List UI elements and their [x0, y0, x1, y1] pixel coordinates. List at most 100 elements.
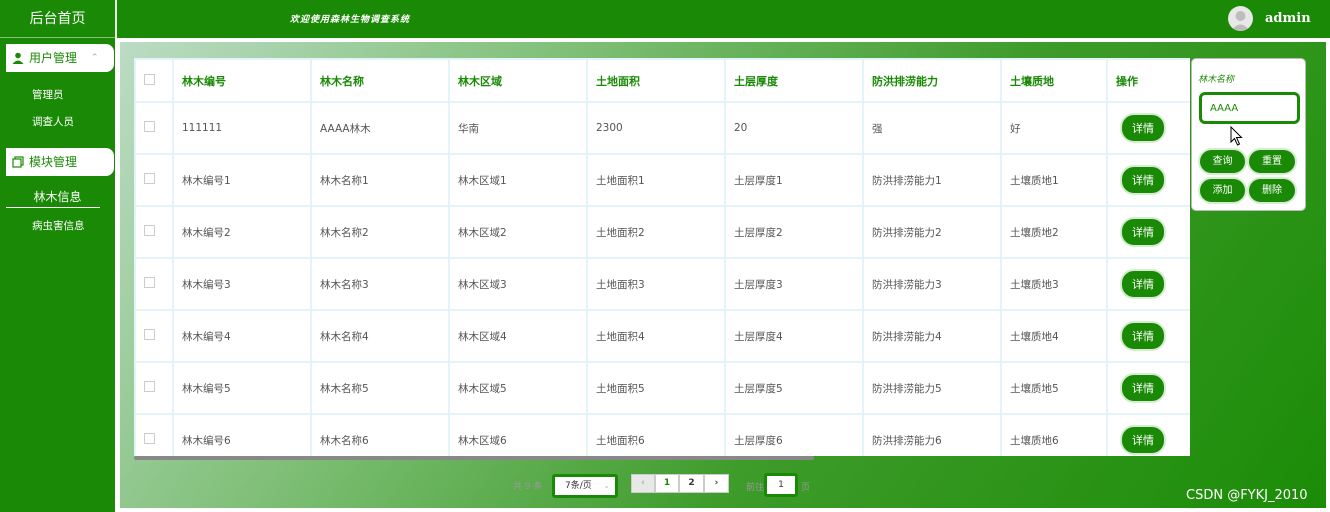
nav-group-user-management[interactable]: 用户管理 ⌃	[6, 44, 114, 72]
detail-button[interactable]: 详情	[1120, 217, 1166, 247]
row-select-cell	[134, 257, 174, 311]
table-cell: 林木编号6	[172, 413, 312, 456]
prev-page-button[interactable]: ‹	[631, 474, 655, 493]
add-button[interactable]: 添加	[1198, 177, 1247, 204]
column-header: 林木编号	[172, 58, 312, 103]
table-cell: 林木名称6	[310, 413, 450, 456]
brand-home-link[interactable]: 后台首页	[0, 0, 115, 38]
action-cell: 详情	[1106, 153, 1190, 207]
row-checkbox[interactable]	[144, 173, 155, 184]
table-cell: 土地面积4	[586, 309, 726, 363]
detail-button[interactable]: 详情	[1120, 269, 1166, 299]
table-cell: 土地面积5	[586, 361, 726, 415]
table-cell: 防洪排涝能力5	[862, 361, 1002, 415]
row-select-cell	[134, 413, 174, 456]
column-header: 林木名称	[310, 58, 450, 103]
table-cell: 华南	[448, 101, 588, 155]
table-cell: 好	[1000, 101, 1108, 155]
select-all-checkbox[interactable]	[144, 73, 155, 85]
action-cell: 详情	[1106, 309, 1190, 363]
mouse-cursor-icon	[1230, 126, 1243, 146]
horizontal-scrollbar[interactable]	[134, 456, 814, 460]
table-cell: 林木名称1	[310, 153, 450, 207]
table-cell: 土层厚度4	[724, 309, 864, 363]
table-cell: 强	[862, 101, 1002, 155]
detail-button[interactable]: 详情	[1120, 425, 1166, 455]
row-checkbox[interactable]	[144, 121, 155, 132]
avatar[interactable]	[1228, 6, 1253, 31]
table-row[interactable]: 林木编号6 林木名称6 林木区域6 土地面积6 土层厚度6 防洪排涝能力6 土壤质地6 详情	[134, 413, 1190, 456]
column-header: 防洪排涝能力	[862, 58, 1002, 103]
table-row[interactable]: 林木编号2 林木名称2 林木区域2 土地面积2 土层厚度2 防洪排涝能力2 土壤质地2 详情	[134, 205, 1190, 259]
table-header-row: 林木编号 林木名称 林木区域 土地面积 土层厚度 防洪排涝能力 土壤质地 操作	[134, 58, 1190, 103]
user-avatar-icon	[1231, 11, 1250, 31]
table-cell: 林木区域5	[448, 361, 588, 415]
nav-item-tree-info[interactable]: 林木信息	[0, 188, 115, 205]
nav-item-pest-info[interactable]: 病虫害信息	[0, 218, 115, 233]
detail-button[interactable]: 详情	[1120, 373, 1166, 403]
table-cell: 土壤质地4	[1000, 309, 1108, 363]
detail-button[interactable]: 详情	[1120, 165, 1166, 195]
table-cell: 林木编号5	[172, 361, 312, 415]
table-cell: 林木编号1	[172, 153, 312, 207]
table-row[interactable]: 111111 AAAA林木 华南 2300 20 强好详情	[134, 101, 1190, 155]
row-select-cell	[134, 101, 174, 155]
table-cell: 林木区域6	[448, 413, 588, 456]
table-cell: 土壤质地6	[1000, 413, 1108, 456]
tree-name-search-input[interactable]	[1199, 92, 1300, 124]
next-page-button[interactable]: ›	[704, 474, 729, 493]
page-size-select[interactable]: 7条/页 ⌄	[552, 474, 618, 498]
table-cell: 土壤质地2	[1000, 205, 1108, 259]
data-table-container: 林木编号 林木名称 林木区域 土地面积 土层厚度 防洪排涝能力 土壤质地 操作 …	[134, 58, 1190, 456]
watermark: CSDN @FYKJ_2010	[1186, 488, 1308, 503]
query-button[interactable]: 查询	[1198, 148, 1247, 175]
row-checkbox[interactable]	[144, 329, 155, 340]
table-row[interactable]: 林木编号1 林木名称1 林木区域1 土地面积1 土层厚度1 防洪排涝能力1 土壤质地1 详情	[134, 153, 1190, 207]
detail-button[interactable]: 详情	[1120, 113, 1166, 143]
nav-group-label: 用户管理	[29, 51, 78, 65]
page-button[interactable]: 1	[655, 474, 679, 493]
search-label: 林木名称	[1198, 75, 1235, 85]
action-cell: 详情	[1106, 205, 1190, 259]
table-cell: 林木名称2	[310, 205, 450, 259]
row-checkbox[interactable]	[144, 225, 155, 236]
table-row[interactable]: 林木编号5 林木名称5 林木区域5 土地面积5 土层厚度5 防洪排涝能力5 土壤质地5 详情	[134, 361, 1190, 415]
table-cell: 土地面积2	[586, 205, 726, 259]
action-cell: 详情	[1106, 413, 1190, 456]
pagination-total: 共 9 条	[513, 482, 543, 492]
goto-page-input[interactable]: 1	[764, 473, 798, 497]
delete-button[interactable]: 删除	[1247, 177, 1297, 204]
action-cell: 详情	[1106, 257, 1190, 311]
table-cell: 林木名称4	[310, 309, 450, 363]
data-table: 林木编号 林木名称 林木区域 土地面积 土层厚度 防洪排涝能力 土壤质地 操作 …	[134, 58, 1190, 456]
table-cell: 土壤质地5	[1000, 361, 1108, 415]
table-cell: 土层厚度5	[724, 361, 864, 415]
row-select-cell	[134, 309, 174, 363]
table-cell: 林木编号3	[172, 257, 312, 311]
table-cell: 土壤质地1	[1000, 153, 1108, 207]
page-button[interactable]: 2	[679, 474, 704, 493]
nav-item-investigator[interactable]: 调查人员	[0, 114, 115, 129]
row-checkbox[interactable]	[144, 381, 155, 392]
detail-button[interactable]: 详情	[1120, 321, 1166, 351]
table-cell: 林木区域1	[448, 153, 588, 207]
row-checkbox[interactable]	[144, 277, 155, 288]
column-header: 土地面积	[586, 58, 726, 103]
table-cell: 2300	[586, 101, 726, 155]
username[interactable]: admin	[1265, 11, 1311, 26]
table-cell: 土层厚度1	[724, 153, 864, 207]
table-cell: 林木编号4	[172, 309, 312, 363]
action-cell: 详情	[1106, 101, 1190, 155]
table-cell: 林木编号2	[172, 205, 312, 259]
nav-item-admin[interactable]: 管理员	[0, 87, 115, 102]
reset-button[interactable]: 重置	[1247, 148, 1297, 175]
table-cell: 林木区域3	[448, 257, 588, 311]
table-row[interactable]: 林木编号3 林木名称3 林木区域3 土地面积3 土层厚度3 防洪排涝能力3 土壤质地3 详情	[134, 257, 1190, 311]
table-row[interactable]: 林木编号4 林木名称4 林木区域4 土地面积4 土层厚度4 防洪排涝能力4 土壤质地4 详情	[134, 309, 1190, 363]
table-cell: 土地面积1	[586, 153, 726, 207]
nav-group-module-management[interactable]: 模块管理	[6, 148, 114, 176]
table-cell: AAAA林木	[310, 101, 450, 155]
row-select-cell	[134, 205, 174, 259]
copy-icon	[12, 156, 24, 168]
row-checkbox[interactable]	[144, 433, 155, 444]
